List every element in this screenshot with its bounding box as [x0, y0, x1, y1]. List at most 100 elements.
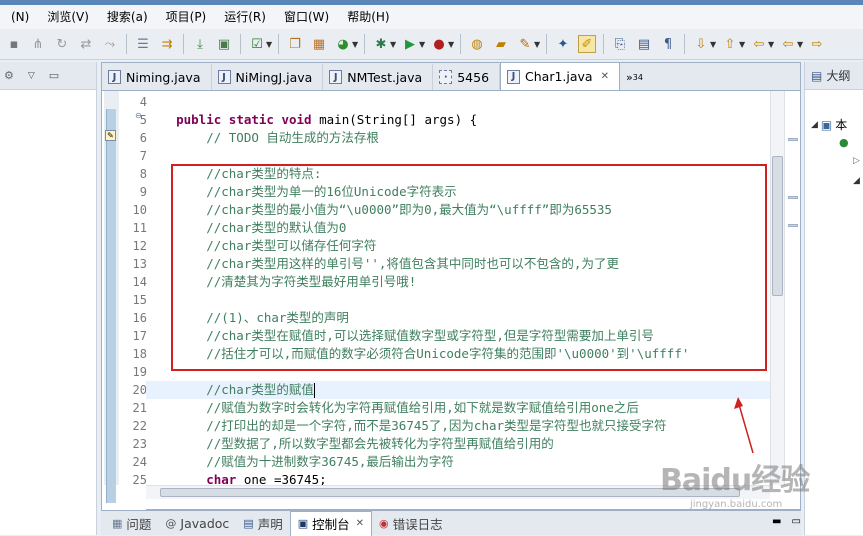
horizontal-scroll-thumb[interactable] — [160, 488, 740, 497]
menu-file[interactable]: (N) — [2, 5, 38, 29]
chevron-down-icon[interactable]: ▼ — [739, 40, 747, 49]
open-type-icon[interactable]: ◍ — [468, 35, 486, 53]
forward-icon[interactable]: ⇨ — [808, 35, 826, 53]
problems-icon: ▦ — [112, 516, 123, 530]
chevron-down-icon[interactable]: ▽ — [28, 71, 35, 81]
paragraph-icon[interactable]: ¶ — [659, 35, 677, 53]
java-file-icon: J — [108, 70, 121, 84]
chevron-down-icon[interactable]: ▼ — [390, 40, 398, 49]
toolbar-separator — [278, 34, 279, 54]
tab-char1-java[interactable]: J Char1.java ✕ — [500, 62, 620, 90]
package-icon[interactable]: ▦ — [310, 35, 328, 53]
collapse-icon[interactable]: ◢ — [853, 176, 860, 186]
tab-console[interactable]: ▣ 控制台 ✕ — [289, 510, 373, 536]
collapse-icon[interactable]: ◢ — [811, 120, 818, 130]
close-icon[interactable]: ✕ — [356, 518, 364, 529]
tab-overflow-button[interactable]: » 34 — [620, 64, 649, 90]
new-icon[interactable]: ▪ — [5, 35, 23, 53]
tab-nimingj-java[interactable]: J NiMingJ.java — [212, 64, 324, 90]
task-list-icon[interactable]: ☰ — [134, 35, 152, 53]
chevron-down-icon[interactable]: ▼ — [266, 40, 274, 49]
bookmark-icon[interactable]: ⎘ — [611, 35, 629, 53]
tab-declaration[interactable]: ▤ 声明 — [236, 511, 289, 536]
outline-item-package[interactable]: ◢ ▣ 本 — [811, 116, 847, 133]
chevron-down-icon[interactable]: ▼ — [448, 40, 456, 49]
outline-item-method[interactable]: ▷ — [853, 156, 860, 166]
outline-header: ▤ 大纲 — [805, 62, 863, 90]
overflow-count: 34 — [632, 72, 643, 82]
expand-icon[interactable]: ▷ — [853, 156, 860, 166]
team-icon[interactable]: ⤳ — [101, 35, 119, 53]
toolbar-separator — [183, 34, 184, 54]
tab-problems[interactable]: ▦ 问题 — [105, 511, 158, 536]
declaration-icon: ▤ — [243, 516, 254, 530]
tab-niming-java[interactable]: J Niming.java — [102, 64, 212, 90]
java-file-icon: J — [507, 69, 521, 84]
menu-bar: (N) 浏览(V) 搜索(a) 项目(P) 运行(R) 窗口(W) 帮助(H) — [0, 5, 863, 29]
tab-5456[interactable]: · 5456 — [433, 64, 501, 90]
pin-icon[interactable]: ✦ — [554, 35, 572, 53]
tab-label: 声明 — [257, 516, 283, 532]
toolbar-separator — [364, 34, 365, 54]
fold-icon[interactable]: ⊖ — [135, 111, 142, 120]
line-number: 21 — [132, 401, 147, 415]
highlight-icon[interactable]: ✐ — [578, 35, 596, 53]
minimize-icon[interactable]: ▭ — [49, 69, 59, 82]
overflow-chevron: » — [626, 70, 633, 84]
page-icon[interactable]: ▤ — [635, 35, 653, 53]
chevron-down-icon[interactable]: ▼ — [768, 40, 776, 49]
vertical-scrollbar[interactable] — [770, 91, 784, 485]
line-number: 16 — [132, 311, 147, 325]
new-file-icon[interactable]: ❐ — [286, 35, 304, 53]
line-number: 17 — [132, 329, 147, 343]
outline-item-class[interactable]: ● — [839, 136, 849, 149]
run-icon[interactable]: ▶ — [401, 35, 419, 53]
checkbox-icon[interactable]: ☑ — [248, 35, 266, 53]
vertical-ruler: 4 5 6 7 8 9 10 11 12 13 14 15 16 17 18 19 20 21 22 23 24 25 ⊖… — [102, 91, 147, 511]
prev-annotation-icon[interactable]: ⇧ — [721, 35, 739, 53]
outline-item-field[interactable]: ◢ — [853, 176, 860, 186]
save-icon[interactable]: ▣ — [215, 35, 233, 53]
tab-nmtest-java[interactable]: J NMTest.java — [323, 64, 434, 90]
pen-icon[interactable]: ✎ — [516, 35, 534, 53]
refresh-icon[interactable]: ↻ — [53, 35, 71, 53]
java-file-icon: J — [329, 70, 343, 84]
overview-marker[interactable] — [788, 138, 798, 141]
coverage-icon[interactable]: ◕ — [334, 35, 352, 53]
open-folder-icon[interactable]: ▰ — [492, 35, 510, 53]
close-icon[interactable]: ✕ — [601, 71, 609, 82]
merge-icon[interactable]: ⇉ — [158, 35, 176, 53]
menu-search[interactable]: 搜索(a) — [98, 5, 157, 29]
line-number: 10 — [132, 203, 147, 217]
overview-marker[interactable] — [788, 224, 798, 227]
sync-icon[interactable]: ⇄ — [77, 35, 95, 53]
back-icon[interactable]: ⇦ — [750, 35, 768, 53]
back-arrow-icon[interactable]: ⇦ — [779, 35, 797, 53]
view-menu-icon[interactable]: ⚙ — [4, 69, 14, 82]
menu-window[interactable]: 窗口(W) — [275, 5, 338, 29]
menu-help[interactable]: 帮助(H) — [338, 5, 398, 29]
external-tool-icon[interactable]: ● — [430, 35, 448, 53]
watermark-logo-text: Baidu经验 — [660, 463, 810, 498]
menu-project[interactable]: 项目(P) — [157, 5, 216, 29]
chevron-down-icon[interactable]: ▼ — [710, 40, 718, 49]
debug-icon[interactable]: ✱ — [372, 35, 390, 53]
code-editor: J Niming.java J NiMingJ.java J NMTest.ja… — [101, 62, 801, 511]
line-number: 20 — [132, 383, 147, 397]
chevron-down-icon[interactable]: ▼ — [797, 40, 805, 49]
vertical-scroll-thumb[interactable] — [772, 156, 783, 296]
download-icon[interactable]: ⤓ — [191, 35, 209, 53]
error-log-icon: ◉ — [379, 516, 389, 530]
tab-error-log[interactable]: ◉ 错误日志 — [372, 511, 450, 536]
chevron-down-icon[interactable]: ▼ — [352, 40, 360, 49]
tab-javadoc[interactable]: @ Javadoc — [158, 511, 236, 536]
chevron-down-icon[interactable]: ▼ — [419, 40, 427, 49]
overview-marker[interactable] — [788, 196, 798, 199]
next-annotation-icon[interactable]: ⇩ — [692, 35, 710, 53]
menu-navigate[interactable]: 浏览(V) — [38, 5, 98, 29]
line-number: 6 — [139, 131, 147, 145]
chevron-down-icon[interactable]: ▼ — [534, 40, 542, 49]
connect-icon[interactable]: ⋔ — [29, 35, 47, 53]
menu-run[interactable]: 运行(R) — [215, 5, 275, 29]
